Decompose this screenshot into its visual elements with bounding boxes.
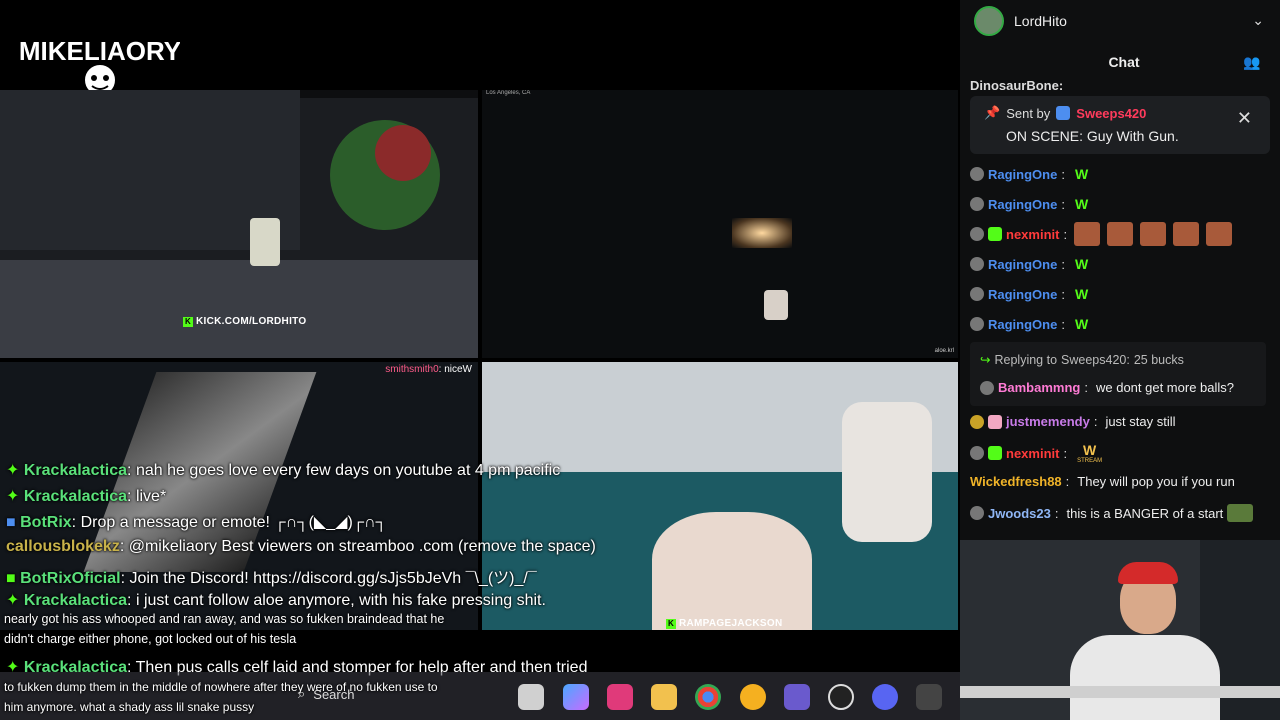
emote-icon: [1206, 222, 1233, 246]
users-icon[interactable]: 👥: [1243, 54, 1260, 71]
gift-badge-icon: [988, 414, 1002, 429]
user-badge-icon: [970, 197, 984, 211]
chevron-down-icon[interactable]: ⌄: [1252, 12, 1264, 29]
discord-icon[interactable]: [872, 684, 898, 710]
pinned-message: 📌 Sent by Sweeps420 ON SCENE: Guy With G…: [970, 96, 1270, 154]
account-header[interactable]: LordHito ⌄: [974, 4, 1264, 38]
taskbar-search[interactable]: ⌕ Search: [298, 686, 354, 702]
user-badge-icon: [970, 317, 984, 331]
obs-icon[interactable]: [828, 684, 854, 710]
stream-video-bottom-right: K RAMPAGEJACKSON: [482, 362, 958, 630]
emote-icon: [1074, 222, 1101, 246]
emote-icon: [1140, 222, 1167, 246]
logo-text: MIKELIAORY: [20, 36, 180, 66]
badge-icon: [1056, 106, 1071, 120]
overlay-chat-message: ■ BotRix: Drop a message or emote! ┌∩┐(◣…: [6, 514, 387, 531]
user-badge-icon: [980, 380, 994, 395]
chat-message: RagingOne: W: [970, 256, 1088, 272]
chat-message: justmemendy: just stay still: [970, 414, 1176, 429]
stream-video-top-left: K KICK.COM/LORDHITO: [0, 90, 478, 358]
overlay-chat-message: ✦ Krackalactica: live*: [6, 488, 167, 505]
close-icon[interactable]: ✕: [1237, 108, 1252, 129]
user-badge-icon: [970, 414, 984, 429]
emote-icon: [1107, 222, 1134, 246]
search-icon: ⌕: [298, 686, 306, 701]
chat-message: nexminit: W STREAM: [970, 442, 1102, 464]
kick-watermark-2: K RAMPAGEJACKSON: [666, 618, 783, 629]
avatar: [974, 6, 1004, 36]
emote-icon: [1173, 222, 1200, 246]
pin-icon: 📌: [984, 105, 1001, 120]
chat-message: nexminit:: [970, 222, 1233, 246]
overlay-chat-message: ✦ Krackalactica: i just cant follow aloe…: [6, 592, 546, 609]
copilot-icon[interactable]: [563, 684, 589, 710]
gift-badge-icon: [988, 446, 1002, 460]
chat-message: Jwoods23: this is a BANGER of a start: [970, 504, 1254, 522]
user-badge-icon: [970, 167, 984, 181]
streamer-webcam: [960, 540, 1280, 720]
user-badge-icon: [970, 287, 984, 301]
gift-badge-icon: [988, 227, 1002, 241]
kick-watermark: K KICK.COM/LORDHITO: [183, 316, 307, 327]
emote-icon: [1227, 504, 1254, 522]
chat-message: Bambammng: we dont get more balls?: [980, 380, 1234, 395]
chrome-icon[interactable]: [695, 684, 721, 710]
stream-video-top-right: Los Angeles, CA aloe.krl: [482, 90, 958, 358]
kick-icon: K: [666, 618, 676, 629]
overlay-chat-message: ■ BotRixOficial: Join the Discord! https…: [6, 570, 537, 587]
user-badge-icon: [970, 257, 984, 271]
reply-arrow-icon: ↪: [980, 353, 991, 367]
app-icon[interactable]: [784, 684, 810, 710]
user-badge-icon: [970, 506, 984, 520]
chat-message: Wickedfresh88: They will pop you if you …: [970, 474, 1235, 489]
in-video-chat: smithsmith0: niceW: [385, 364, 472, 375]
stream-emote: W STREAM: [1077, 442, 1103, 464]
chat-title: Chat: [1108, 54, 1140, 70]
user-badge-icon: [970, 227, 984, 241]
chat-message: RagingOne: W: [970, 166, 1088, 182]
user-badge-icon: [970, 446, 984, 460]
sun-app-icon[interactable]: [740, 684, 766, 710]
file-explorer-icon[interactable]: [651, 684, 677, 710]
picsart-icon[interactable]: [607, 684, 633, 710]
chat-message: RagingOne: W: [970, 196, 1088, 212]
app-icon[interactable]: [916, 684, 942, 710]
overlay-chat-message: ✦ Krackalactica: nah he goes love every …: [6, 462, 561, 479]
chat-message: RagingOne: W: [970, 286, 1088, 302]
chat-message: RagingOne: W: [970, 316, 1088, 332]
reply-context[interactable]: ↪ Replying to Sweeps420: 25 bucks: [980, 352, 1184, 368]
kick-icon: K: [183, 316, 193, 327]
channel-logo: MIKELIAORY: [18, 12, 182, 102]
overlay-chat-message: callousblokekz: @mikeliaory Best viewers…: [6, 538, 596, 555]
task-view-icon[interactable]: [518, 684, 544, 710]
